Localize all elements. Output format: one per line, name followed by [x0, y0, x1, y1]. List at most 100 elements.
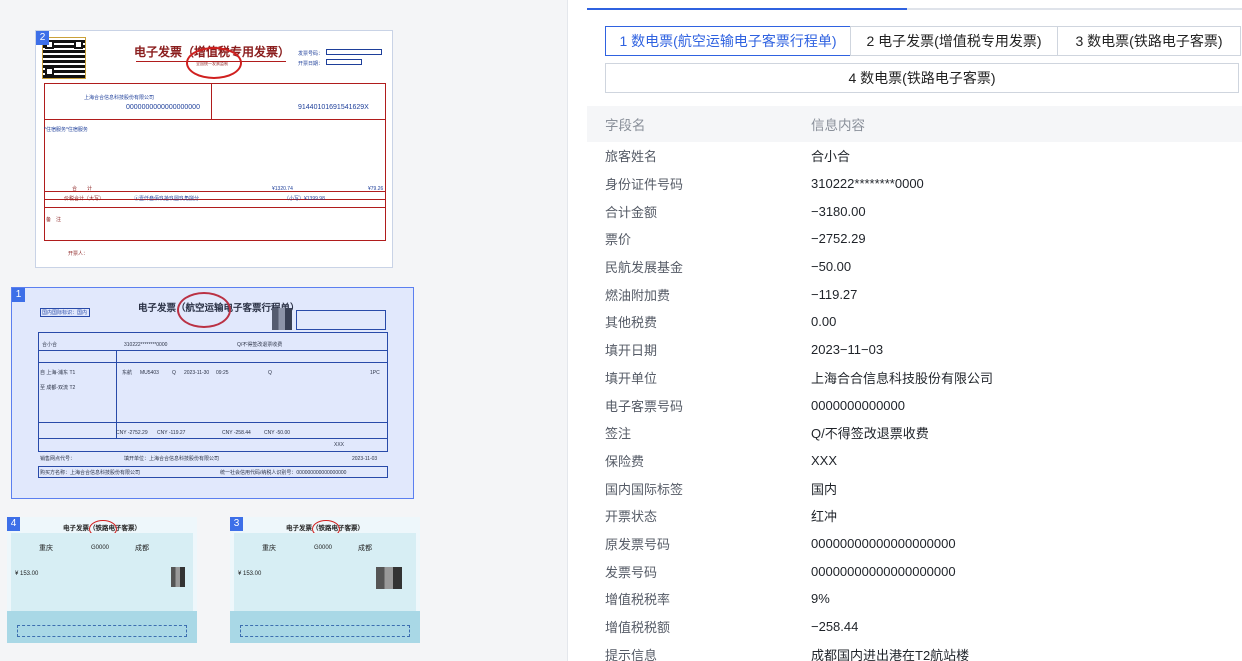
field-name: 票价 [605, 232, 632, 248]
field-name: 国内国际标签 [605, 481, 684, 497]
invoice-date-label: 开票日期： [298, 61, 324, 67]
field-value: −258.44 [811, 619, 859, 635]
tax-total-label: 价税合计（大写） [64, 196, 105, 202]
field-name: 开票状态 [605, 509, 658, 525]
fuel-surcharge: CNY -119.27 [157, 430, 186, 436]
field-name: 提示信息 [605, 647, 658, 661]
drawer-label: 开票人： [68, 251, 89, 257]
thumbnail-air-itinerary[interactable]: 1 电子发票（航空运输电子客票行程单） 国内国际标识：国内 合小合 310222… [11, 287, 414, 499]
field-value: Q/不得签改退票收费 [811, 426, 929, 442]
tab-vat-invoice[interactable]: 2 电子发票(增值税专用发票) [850, 26, 1058, 56]
flight-time: 09:25 [216, 370, 229, 376]
field-name: 保险费 [605, 453, 645, 469]
flight-date: 2023-11-30 [184, 370, 210, 376]
total-tax: ¥79.26 [368, 186, 384, 192]
tab-rail-ticket-4[interactable]: 4 数电票(铁路电子客票) [605, 63, 1239, 93]
train-number: G0000 [91, 545, 110, 551]
insurance: XXX [334, 442, 345, 448]
field-name: 增值税税额 [605, 620, 671, 636]
amount-in-words: ⓧ壹仟叁佰玖拾玖圆玖角捌分 [134, 196, 200, 202]
baggage: 1PC [370, 370, 380, 376]
seller-tax-id: 91440101691541629X [298, 104, 369, 111]
route-from: 自 上海-浦东 T1 [40, 370, 76, 376]
fill-date: 2023-11-03 [352, 456, 378, 462]
thumbnail-index-badge: 1 [12, 288, 25, 302]
table-row: 其他税费 0.00 [587, 308, 1242, 336]
ticket-price: ¥ 153.00 [238, 571, 262, 577]
field-value: 红冲 [811, 509, 838, 525]
field-name: 身份证件号码 [605, 177, 684, 193]
vat-amount: CNY -258.44 [222, 430, 251, 436]
field-value: 国内 [811, 481, 838, 497]
field-name: 填开单位 [605, 370, 658, 386]
field-value: 2023−11−03 [811, 342, 884, 358]
fill-unit: 填开单位：上海合合信息科技股份有限公司 [124, 456, 220, 462]
header-field-value: 信息内容 [811, 118, 865, 133]
field-name: 合计金额 [605, 204, 658, 220]
header-field-name: 字段名 [605, 118, 646, 133]
thumbnail-rail-ticket-4[interactable]: 4 电子发票（铁路电子客票） 重庆 G0000 成都 ¥ 153.00 [7, 517, 197, 643]
amount-small: （小写）¥1399.98 [284, 196, 325, 202]
redacted-image [376, 567, 402, 589]
page-indicator [587, 8, 1242, 10]
seal-stamp-icon [177, 292, 231, 328]
table-row: 发票号码 00000000000000000000 [587, 557, 1242, 585]
table-row: 开票状态 红冲 [587, 502, 1242, 530]
field-name: 增值税税率 [605, 592, 671, 608]
thumbnail-rail-ticket-3[interactable]: 3 电子发票（铁路电子客票） 重庆 G0000 成都 ¥ 153.00 [230, 517, 420, 643]
table-row: 国内国际标签 国内 [587, 474, 1242, 502]
buyer-tax-id: 统一社会信用代码/纳税人识别号：000000000000000000 [220, 470, 347, 476]
field-rows: 旅客姓名 合小合 身份证件号码 310222********0000 合计金额 −3180… [587, 142, 1242, 661]
invoice-number-label: 发票号码： [298, 51, 324, 57]
seat-class: Q [172, 370, 176, 376]
passenger-id: 310222********0000 [124, 342, 168, 348]
field-name: 发票号码 [605, 564, 658, 580]
table-row: 增值税税率 9% [587, 585, 1242, 613]
item-name: *住宿服务*住宿服务 [44, 127, 88, 133]
route-to: 至 成都-双流 T2 [40, 385, 76, 391]
passenger-name: 合小合 [42, 342, 58, 348]
buyer-name: 购买方名称：上海合合信息科技股份有限公司 [40, 470, 141, 476]
table-row: 提示信息 成都国内进出港在T2航站楼 [587, 640, 1242, 661]
field-value: 上海合合信息科技股份有限公司 [811, 370, 994, 386]
field-value: 00000000000000000000 [811, 535, 956, 551]
carrier: 东航 [122, 370, 133, 376]
field-name: 填开日期 [605, 343, 658, 359]
redacted-image [272, 308, 292, 330]
thumbnail-index-badge: 4 [7, 517, 20, 531]
development-fund: CNY -50.00 [264, 430, 291, 436]
table-row: 保险费 XXX [587, 447, 1242, 475]
field-value: 合小合 [811, 149, 851, 165]
thumbnail-panel[interactable]: 2 电子发票（增值税专用发票） 全国统一发票监制 发票号码： 开票日期： 上海合… [0, 0, 568, 661]
train-number: G0000 [314, 545, 333, 551]
field-value: −2752.29 [811, 231, 866, 247]
field-value: 9% [811, 591, 830, 607]
total-amount: ¥1320.74 [272, 186, 293, 192]
field-value: 0.00 [811, 314, 837, 330]
flight-number: MU5403 [140, 370, 159, 376]
tab-rail-ticket-3[interactable]: 3 数电票(铁路电子客票) [1057, 26, 1241, 56]
field-name: 其他税费 [605, 315, 658, 331]
from-station: 重庆 [39, 545, 53, 552]
buyer-name: 上海合合信息科技股份有限公司 [84, 95, 155, 101]
field-value: 00000000000000000000 [811, 563, 956, 579]
thumbnail-vat-invoice[interactable]: 2 电子发票（增值税专用发票） 全国统一发票监制 发票号码： 开票日期： 上海合… [35, 30, 393, 268]
ticket-price: ¥ 153.00 [15, 571, 39, 577]
table-row: 合计金额 −3180.00 [587, 197, 1242, 225]
field-name: 燃油附加费 [605, 287, 671, 303]
remarks-label: 备 注 [46, 217, 62, 223]
redacted-image [171, 567, 185, 587]
field-value: −119.27 [811, 286, 858, 302]
to-station: 成都 [358, 545, 372, 552]
field-name: 旅客姓名 [605, 149, 658, 165]
to-station: 成都 [135, 545, 149, 552]
table-row: 增值税税额 −258.44 [587, 613, 1242, 641]
tab-air-itinerary[interactable]: 1 数电票(航空运输电子客票行程单) [605, 26, 851, 56]
fare-amount: CNY -2752.29 [116, 430, 148, 436]
thumbnail-index-badge: 3 [230, 517, 243, 531]
table-row: 电子客票号码 0000000000000 [587, 391, 1242, 419]
table-row: 原发票号码 00000000000000000000 [587, 530, 1242, 558]
seal-text: 全国统一发票监制 [196, 61, 228, 66]
field-name: 民航发展基金 [605, 260, 684, 276]
field-value: −50.00 [811, 259, 852, 275]
